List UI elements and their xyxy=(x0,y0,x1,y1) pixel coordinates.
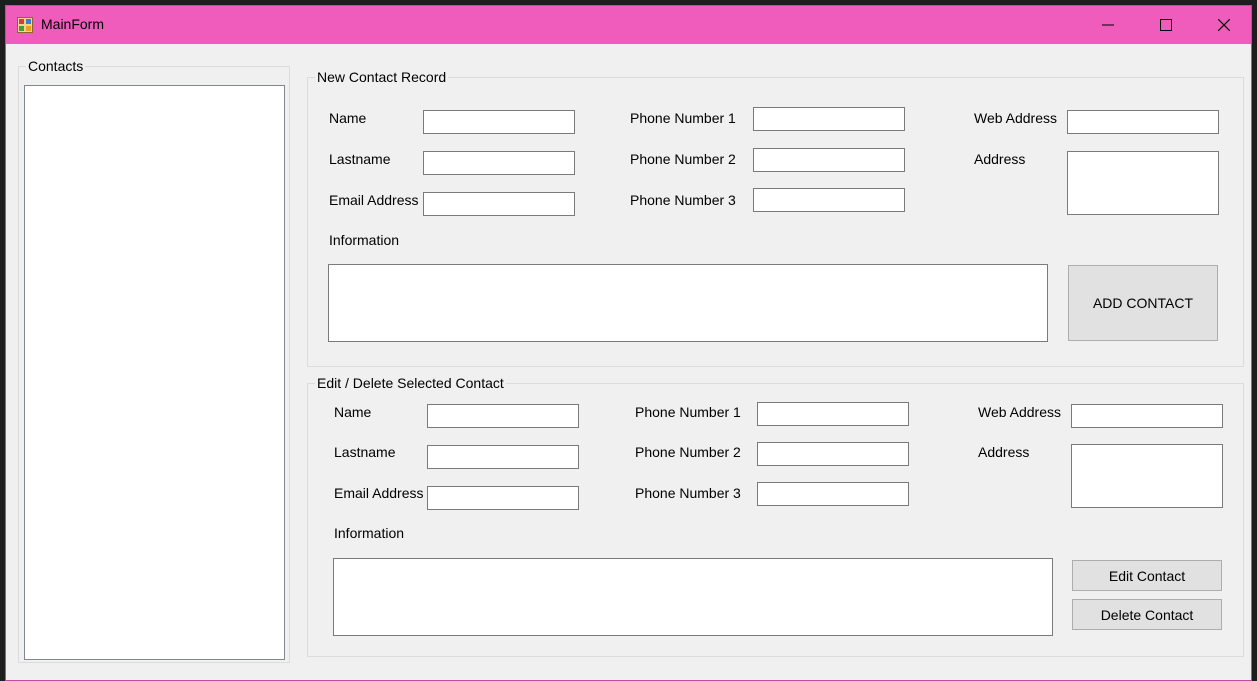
new-email-label: Email Address xyxy=(329,192,419,208)
title-bar[interactable]: MainForm xyxy=(6,6,1251,44)
new-information-field[interactable] xyxy=(328,264,1048,342)
new-phone1-label: Phone Number 1 xyxy=(630,110,736,126)
edit-email-field[interactable] xyxy=(427,486,579,510)
edit-email-label: Email Address xyxy=(334,485,424,501)
new-phone3-field[interactable] xyxy=(753,188,905,212)
new-lastname-label: Lastname xyxy=(329,151,391,167)
background-edge-right xyxy=(1252,0,1257,681)
edit-contact-group-title: Edit / Delete Selected Contact xyxy=(315,374,506,392)
new-web-label: Web Address xyxy=(974,110,1058,126)
edit-phone2-label: Phone Number 2 xyxy=(635,444,741,460)
edit-phone3-label: Phone Number 3 xyxy=(635,485,741,501)
edit-phone3-field[interactable] xyxy=(757,482,909,506)
maximize-button[interactable] xyxy=(1137,6,1195,44)
edit-web-label: Web Address xyxy=(978,404,1062,420)
close-icon xyxy=(1218,19,1230,31)
edit-phone2-field[interactable] xyxy=(757,442,909,466)
minimize-icon xyxy=(1102,24,1114,26)
new-lastname-field[interactable] xyxy=(423,151,575,175)
add-contact-button[interactable]: ADD CONTACT xyxy=(1068,265,1218,341)
delete-contact-button[interactable]: Delete Contact xyxy=(1072,599,1222,630)
contacts-group-title: Contacts xyxy=(26,57,86,75)
contacts-listbox[interactable] xyxy=(24,85,285,660)
edit-phone1-label: Phone Number 1 xyxy=(635,404,741,420)
edit-lastname-label: Lastname xyxy=(334,444,396,460)
new-address-field[interactable] xyxy=(1067,151,1219,215)
new-phone2-field[interactable] xyxy=(753,148,905,172)
edit-name-label: Name xyxy=(334,404,372,420)
minimize-button[interactable] xyxy=(1079,6,1137,44)
edit-phone1-field[interactable] xyxy=(757,402,909,426)
edit-lastname-field[interactable] xyxy=(427,445,579,469)
edit-contact-button[interactable]: Edit Contact xyxy=(1072,560,1222,591)
new-name-label: Name xyxy=(329,110,367,126)
new-web-field[interactable] xyxy=(1067,110,1219,134)
new-phone1-field[interactable] xyxy=(753,107,905,131)
edit-contact-group: Edit / Delete Selected Contact Name Last… xyxy=(307,374,1244,657)
close-button[interactable] xyxy=(1195,6,1253,44)
maximize-icon xyxy=(1160,19,1172,31)
edit-information-label: Information xyxy=(334,525,405,541)
edit-address-label: Address xyxy=(978,444,1030,460)
new-phone2-label: Phone Number 2 xyxy=(630,151,736,167)
main-window: MainForm Contacts New Contact Record Nam… xyxy=(5,5,1252,681)
new-name-field[interactable] xyxy=(423,110,575,134)
app-icon xyxy=(17,17,33,33)
new-phone3-label: Phone Number 3 xyxy=(630,192,736,208)
edit-web-field[interactable] xyxy=(1071,404,1223,428)
contacts-group: Contacts xyxy=(18,57,290,663)
new-address-label: Address xyxy=(974,151,1026,167)
new-contact-group-title: New Contact Record xyxy=(315,68,449,86)
edit-information-field[interactable] xyxy=(333,558,1053,636)
edit-address-field[interactable] xyxy=(1071,444,1223,508)
new-information-label: Information xyxy=(329,232,400,248)
new-email-field[interactable] xyxy=(423,192,575,216)
window-title: MainForm xyxy=(41,16,105,32)
new-contact-group: New Contact Record Name Lastname Email A… xyxy=(307,68,1244,367)
edit-name-field[interactable] xyxy=(427,404,579,428)
